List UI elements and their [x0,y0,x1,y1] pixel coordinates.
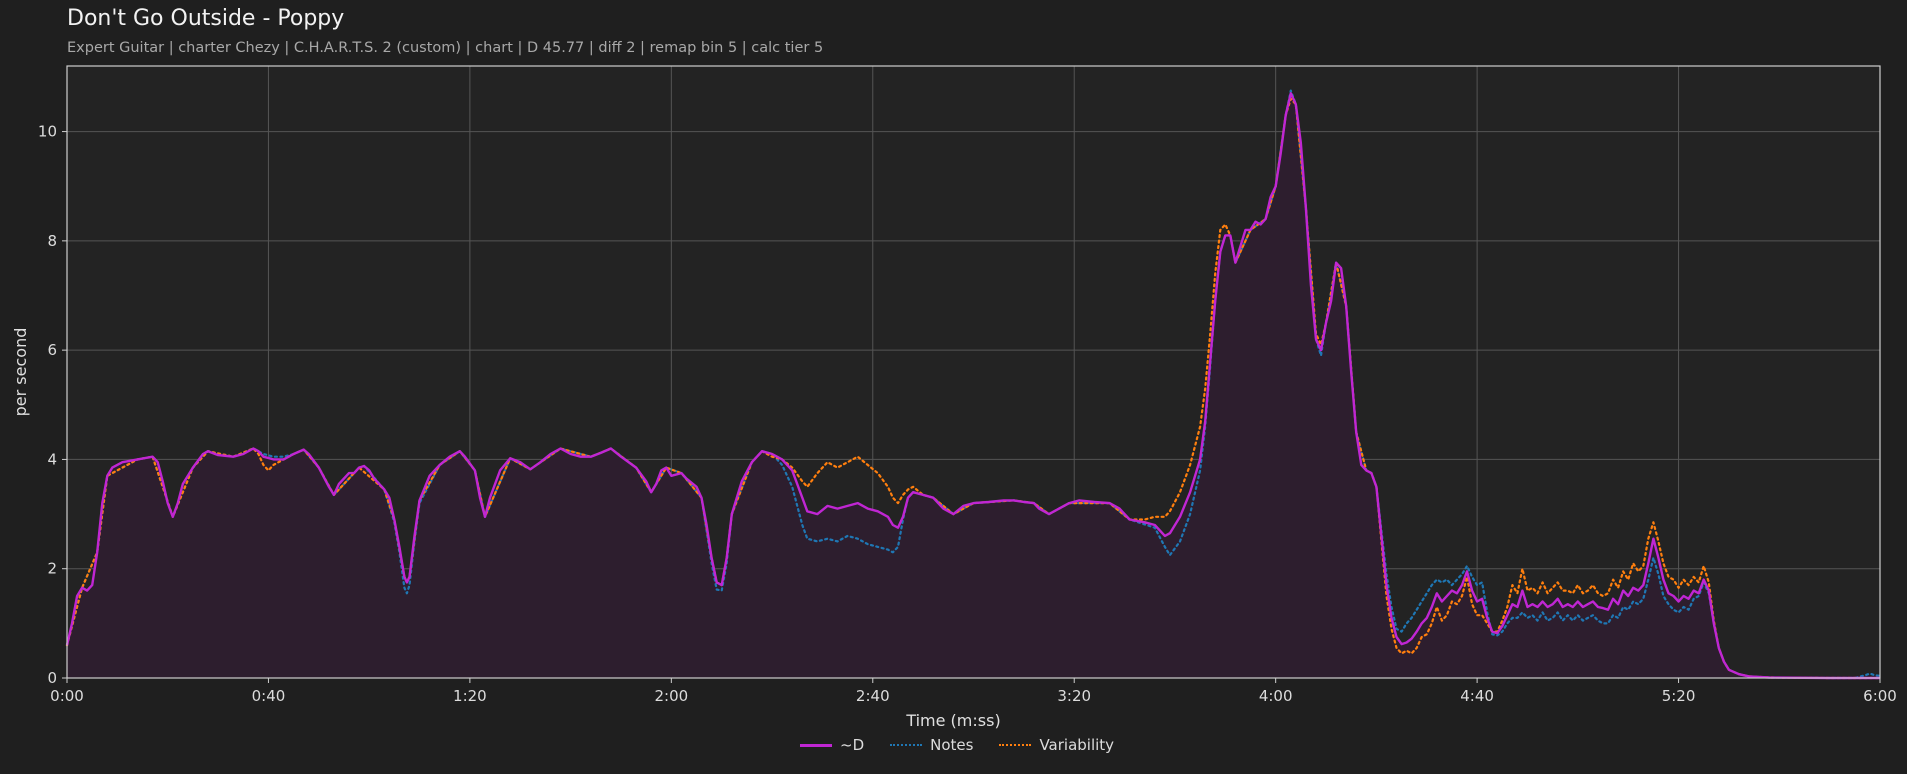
y-axis-label: per second [11,328,30,417]
x-tick-label: 0:00 [50,687,84,705]
x-tick-label: 2:00 [654,687,688,705]
x-tick-label: 3:20 [1057,687,1091,705]
legend-item-d: ~D [800,736,864,754]
x-axis-label: Time (m:ss) [905,711,1000,730]
x-tick-label: 2:40 [856,687,890,705]
y-tick-label: 2 [47,560,57,578]
chart-plot: 0:00 0:40 1:20 2:00 2:40 3:20 4:00 4:40 5:20 6:00… [11,65,1897,730]
x-tick-label: 0:40 [252,687,286,705]
legend-swatch-variability [999,744,1032,746]
y-tick-label: 8 [47,232,57,250]
x-tick-label: 4:00 [1259,687,1293,705]
legend-label-notes: Notes [930,736,974,754]
x-tick-label: 4:40 [1460,687,1494,705]
y-tick-label: 0 [47,669,57,687]
y-tick-label: 6 [47,341,57,359]
y-tick-label: 10 [38,123,57,141]
legend-item-notes: Notes [890,736,973,754]
legend-item-variability: Variability [999,736,1114,754]
x-tick-label: 6:00 [1863,687,1897,705]
x-tick-label: 1:20 [453,687,487,705]
legend-label-variability: Variability [1039,736,1115,754]
x-tick-label: 5:20 [1662,687,1696,705]
y-tick-label: 4 [47,450,57,468]
legend-label-d: ~D [840,736,865,754]
legend-swatch-notes [890,744,923,746]
legend-swatch-d [800,743,832,747]
legend: ~D Notes Variability [800,736,1114,754]
